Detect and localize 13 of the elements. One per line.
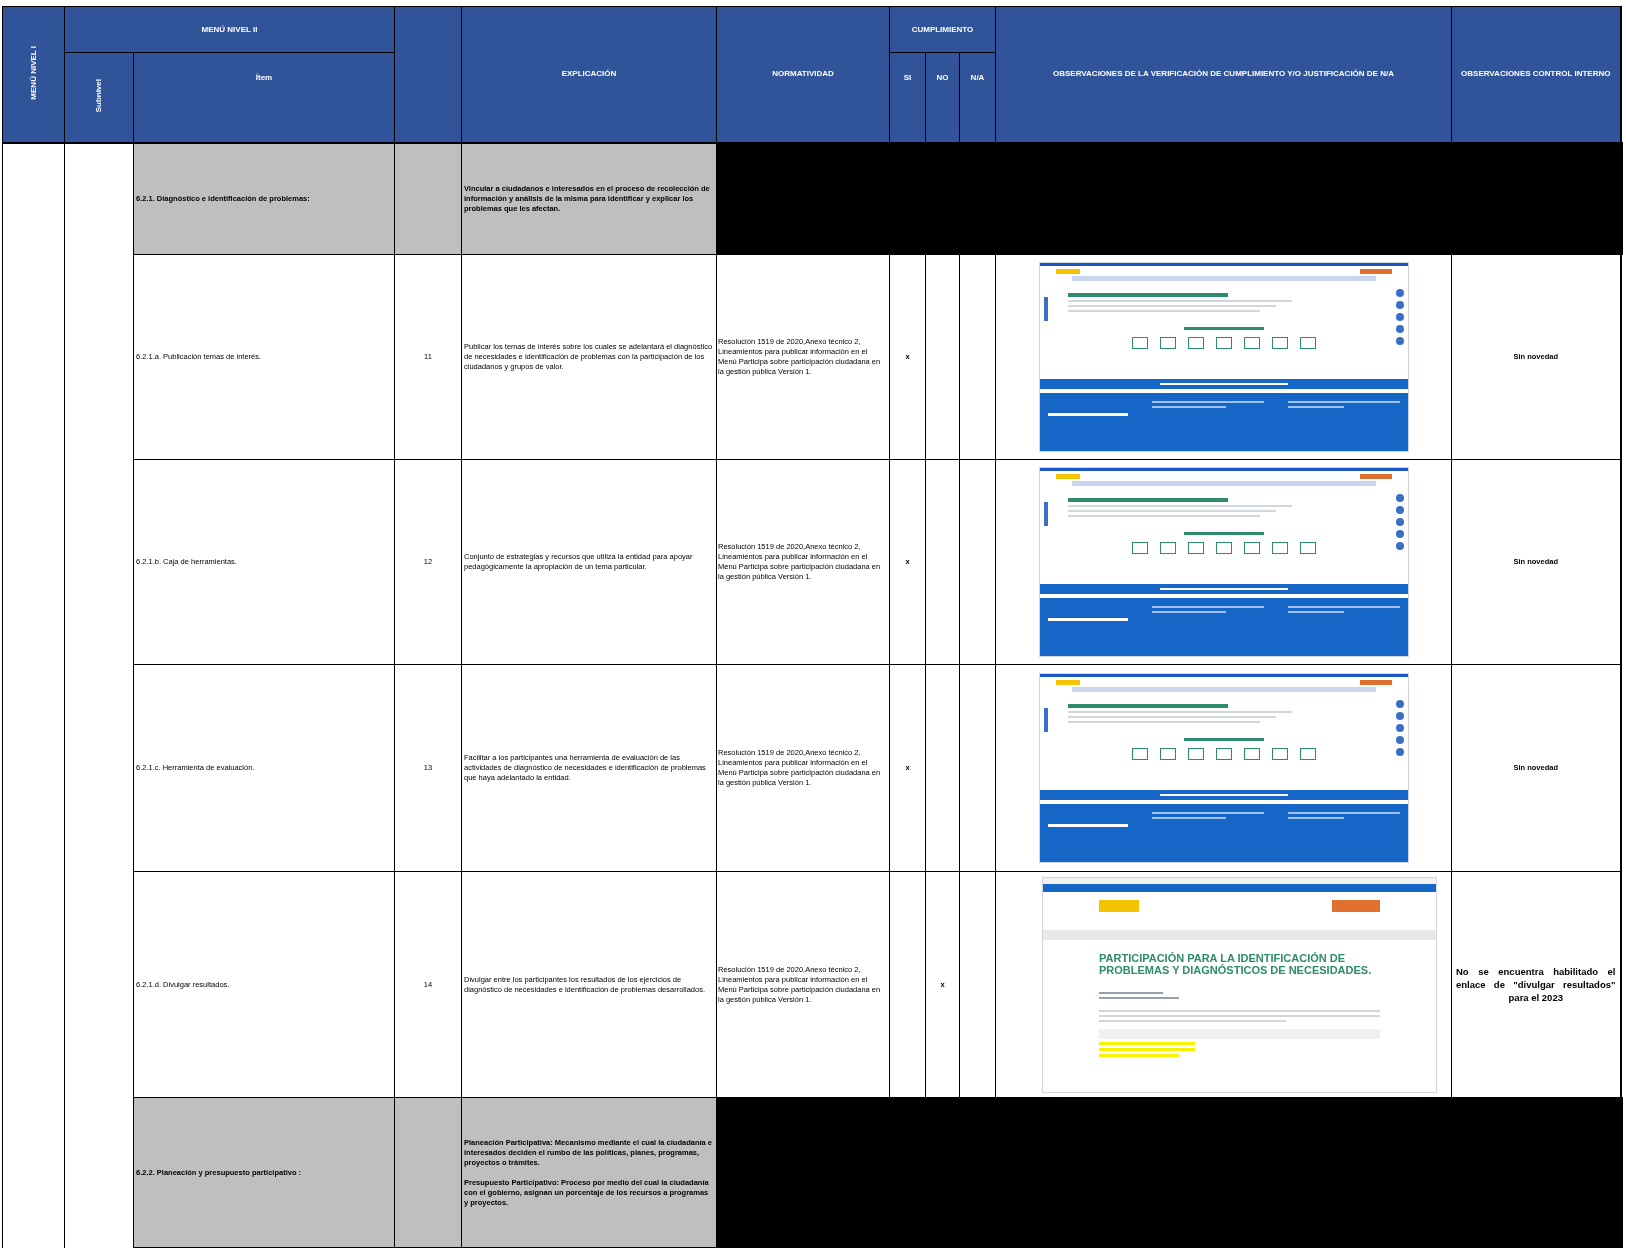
column-header: OBSERVACIONES CONTROL INTERNO <box>1451 6 1621 143</box>
page-title: PARTICIPACIÓN PARA LA IDENTIFICACIÓN DE PROBLEMAS Y DIAGNÓSTICOS DE NECESIDADES. <box>1098 950 1373 976</box>
column-header: EXPLICACIÓN <box>461 6 717 143</box>
column-header: CUMPLIMIENTO <box>889 6 996 53</box>
column-header: Ítem <box>133 52 395 143</box>
column-header: NO <box>925 52 960 143</box>
column-header: N/A <box>959 52 996 143</box>
column-header: Subnivel <box>64 52 134 143</box>
column-header: NORMATIVIDAD <box>716 6 890 143</box>
column-header: SI <box>889 52 926 143</box>
column-header: MENÚ NIVEL I <box>2 6 65 143</box>
column-header: MENÚ NIVEL II <box>64 6 395 53</box>
column-header: OBSERVACIONES DE LA VERIFICACIÓN DE CUMPLIMIENTO Y/O JUSTIFICACIÓN DE N/A <box>995 6 1452 143</box>
